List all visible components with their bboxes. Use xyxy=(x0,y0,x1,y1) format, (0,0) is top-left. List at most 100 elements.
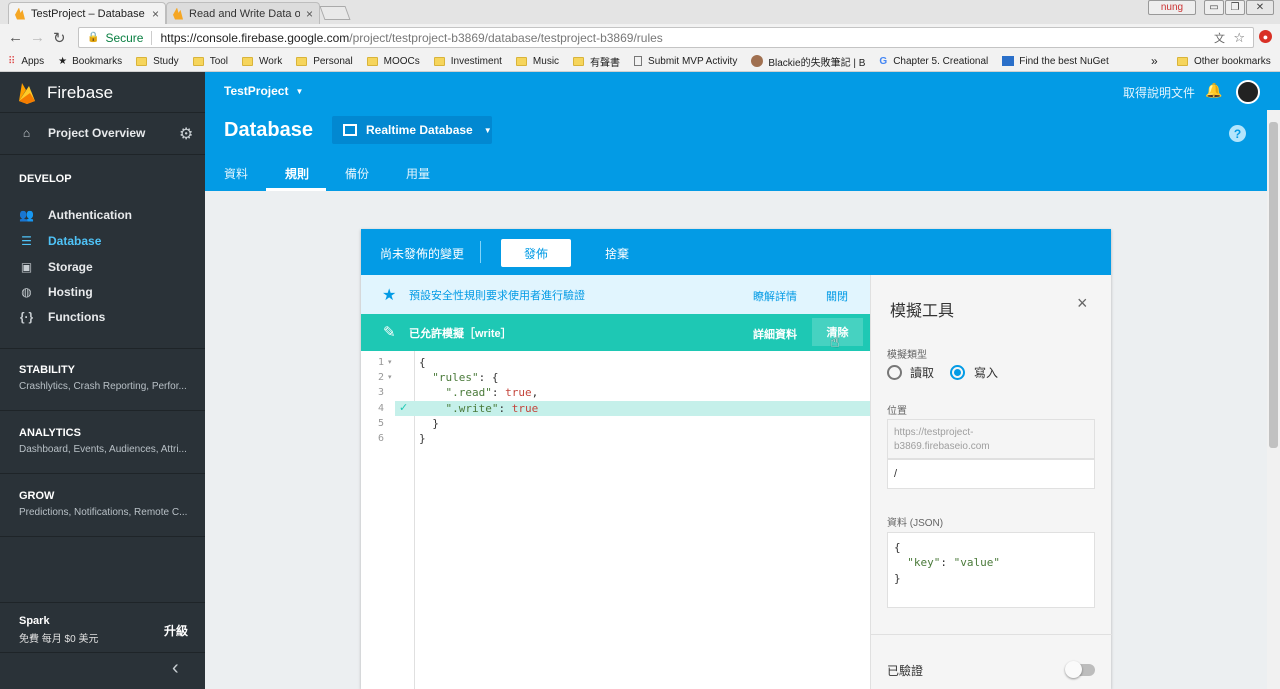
upgrade-button[interactable]: 升級 xyxy=(164,622,188,639)
lock-icon: 🔒 xyxy=(87,32,100,43)
scrollbar-thumb[interactable] xyxy=(1269,122,1278,448)
learn-more-link[interactable]: 瞭解詳情 xyxy=(753,288,797,304)
forward-arrow-icon[interactable]: → xyxy=(30,29,45,46)
radio-unchecked-icon xyxy=(887,365,902,380)
develop-heading: DEVELOP xyxy=(19,173,72,185)
minimize-button[interactable]: ▭ xyxy=(1204,0,1224,15)
code-line: ".read": true, xyxy=(445,386,539,399)
sidebar: Firebase ⌂ Project Overview ⚙ DEVELOP 👥 … xyxy=(0,72,205,689)
browser-tab[interactable]: Read and Write Data on × xyxy=(166,2,320,24)
page-title: Database xyxy=(224,119,313,141)
maximize-button[interactable]: ❐ xyxy=(1225,0,1245,15)
nuget-icon xyxy=(1002,56,1015,66)
bookmark-folder[interactable]: Study xyxy=(136,56,179,67)
settings-gear-icon[interactable]: ⚙ xyxy=(179,124,193,144)
help-icon[interactable]: ? xyxy=(1229,125,1246,142)
code-line: } xyxy=(432,417,439,430)
radio-checked-icon xyxy=(950,365,965,380)
sidebar-item-authentication[interactable]: 👥 Authentication xyxy=(19,208,132,222)
folder-icon xyxy=(515,56,527,66)
sidebar-item-storage[interactable]: ▣ Storage xyxy=(19,260,93,274)
tab-backup[interactable]: 備份 xyxy=(345,165,369,182)
location-input[interactable]: / xyxy=(887,459,1095,489)
browser-tab-active[interactable]: TestProject – Database - × xyxy=(8,2,166,24)
notifications-bell-icon[interactable]: 🔔 xyxy=(1205,82,1222,99)
project-overview-link[interactable]: ⌂ Project Overview xyxy=(19,126,146,140)
page-icon xyxy=(634,56,643,66)
unpublished-changes-bar: 尚未發佈的變更 發佈 捨棄 xyxy=(361,229,1111,275)
close-icon[interactable]: × xyxy=(1077,293,1088,314)
address-bar[interactable]: 🔒 Secure https://console.firebase.google… xyxy=(78,27,1254,48)
simulation-type-label: 模擬類型 xyxy=(887,350,927,361)
apps-grid-icon: ⠿ xyxy=(8,55,16,67)
image-icon: ▣ xyxy=(20,260,33,274)
page-header: TestProject ▼ 取得說明文件 🔔 Database Realtime… xyxy=(205,72,1280,191)
extension-icon[interactable]: ● xyxy=(1259,30,1272,43)
project-selector[interactable]: TestProject ▼ xyxy=(224,84,303,98)
folder-icon xyxy=(433,56,445,66)
simulation-banner: ✎ 已允許模擬［write］ 詳細資料 清除 xyxy=(361,314,870,351)
fold-arrow-icon[interactable]: ▾ xyxy=(388,373,392,381)
grow-heading[interactable]: GROW xyxy=(19,490,54,502)
url-path: /project/testproject-b3869/database/test… xyxy=(349,30,663,45)
bookmark-item[interactable]: Submit MVP Activity xyxy=(634,56,737,67)
database-type-selector[interactable]: Realtime Database ▼ xyxy=(332,116,492,144)
bookmark-folder[interactable]: Personal xyxy=(296,56,353,67)
translate-icon[interactable]: 文 xyxy=(1214,30,1225,46)
docs-link[interactable]: 取得說明文件 xyxy=(1123,84,1195,101)
close-window-button[interactable]: ✕ xyxy=(1246,0,1274,15)
stability-heading[interactable]: STABILITY xyxy=(19,364,75,376)
secure-label: Secure xyxy=(105,30,153,45)
json-data-input[interactable]: { "key": "value" } xyxy=(887,532,1095,608)
sidebar-item-functions[interactable]: {·} Functions xyxy=(19,310,106,324)
reload-icon[interactable]: ↻ xyxy=(53,29,66,47)
bookmarks-overflow-icon[interactable]: » xyxy=(1151,54,1158,68)
simulation-text: 已允許模擬［write］ xyxy=(409,328,512,340)
unpublished-label: 尚未發佈的變更 xyxy=(380,247,465,261)
sidebar-item-hosting[interactable]: ◍ Hosting xyxy=(19,285,92,299)
discard-button[interactable]: 捨棄 xyxy=(605,245,629,262)
bookmark-item[interactable]: Blackie的失敗筆記 | B xyxy=(751,54,865,69)
bookmark-folder[interactable]: Music xyxy=(515,56,559,67)
tab-title: TestProject – Database - xyxy=(31,7,146,20)
bookmark-folder[interactable]: MOOCs xyxy=(366,56,420,67)
authenticated-toggle[interactable] xyxy=(1065,661,1095,678)
dismiss-banner-link[interactable]: 關閉 xyxy=(826,288,848,304)
bookmark-folder[interactable]: 有聲書 xyxy=(573,54,620,69)
bookmark-folder[interactable]: Investiment xyxy=(433,56,502,67)
new-tab-button[interactable] xyxy=(319,6,351,20)
user-avatar[interactable] xyxy=(1236,80,1260,104)
bookmark-item[interactable]: Find the best NuGet xyxy=(1002,56,1109,67)
bookmark-item[interactable]: G Chapter 5. Creational xyxy=(879,56,988,67)
rules-editor[interactable]: 1 2 3 4 5 6 ▾ ▾ ✓ { "rules": { ".read": … xyxy=(361,351,870,689)
star-icon[interactable]: ☆ xyxy=(1233,30,1245,46)
radio-write[interactable]: 寫入 xyxy=(950,364,998,381)
tab-close-icon[interactable]: × xyxy=(152,7,159,21)
bookmark-folder[interactable]: Tool xyxy=(192,56,228,67)
code-line: ".write": true xyxy=(445,402,539,415)
chevron-down-icon: ▼ xyxy=(295,86,304,96)
bookmark-folder[interactable]: Work xyxy=(242,56,282,67)
back-arrow-icon[interactable]: ← xyxy=(8,29,23,46)
tab-data[interactable]: 資料 xyxy=(224,165,248,182)
tab-close-icon[interactable]: × xyxy=(306,7,313,21)
folder-icon xyxy=(136,56,148,66)
bookmark-star-icon: ★ xyxy=(58,55,68,67)
analytics-heading[interactable]: ANALYTICS xyxy=(19,427,81,439)
check-icon: ✓ xyxy=(399,402,409,414)
sidebar-item-database[interactable]: ☰ Database xyxy=(19,234,101,248)
other-bookmarks[interactable]: Other bookmarks xyxy=(1177,56,1271,67)
details-link[interactable]: 詳細資料 xyxy=(753,326,797,342)
radio-read[interactable]: 讀取 xyxy=(887,364,934,381)
home-icon: ⌂ xyxy=(22,126,31,140)
profile-button[interactable]: nung xyxy=(1148,0,1196,15)
collapse-sidebar-icon[interactable]: ‹ xyxy=(172,657,179,680)
profile-name: nung xyxy=(1160,2,1184,13)
tab-rules[interactable]: 規則 xyxy=(285,165,309,182)
fold-arrow-icon[interactable]: ▾ xyxy=(388,358,392,366)
tab-usage[interactable]: 用量 xyxy=(406,165,430,182)
publish-button[interactable]: 發佈 xyxy=(501,239,571,267)
bookmark-item[interactable]: ★ Bookmarks xyxy=(58,56,122,67)
bookmark-apps[interactable]: ⠿ Apps xyxy=(8,56,44,67)
browser-tab-strip: TestProject – Database - × Read and Writ… xyxy=(0,0,1280,24)
